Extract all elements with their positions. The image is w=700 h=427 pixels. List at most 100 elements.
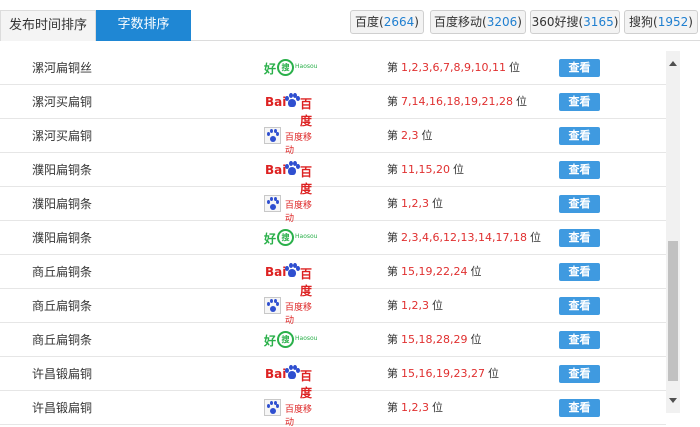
baidu-logo-text: Bai: [265, 367, 287, 381]
view-button[interactable]: 查看: [559, 365, 600, 383]
haosou-logo-circle: 搜: [277, 229, 294, 246]
rank-suffix: 位: [432, 197, 443, 210]
baidu-logo-icon: Bai 百度: [265, 365, 319, 400]
rank-positions: 第 11,15,20 位: [387, 153, 464, 187]
rank-suffix: 位: [470, 333, 482, 346]
rank-positions: 第 1,2,3,6,7,8,9,10,11 位: [387, 51, 520, 85]
view-button[interactable]: 查看: [559, 93, 600, 111]
rank-positions: 第 15,18,28,29 位: [387, 323, 481, 357]
haosou-logo-circle: 搜: [277, 59, 294, 76]
rank-prefix: 第: [387, 231, 398, 244]
scroll-down-arrow-icon[interactable]: [669, 398, 677, 403]
rank-values: 15,16,19,23,27: [401, 367, 485, 380]
rank-prefix: 第: [387, 95, 398, 108]
keyword-text: 漯河买扁铜: [32, 95, 93, 109]
engine-tab-count: 3206: [486, 15, 518, 29]
view-button[interactable]: 查看: [559, 127, 600, 145]
baidu-paw-icon: [285, 93, 300, 108]
rank-positions: 第 15,16,19,23,27 位: [387, 357, 499, 391]
rank-values: 11,15,20: [401, 163, 450, 176]
view-button[interactable]: 查看: [559, 229, 600, 247]
rank-suffix: 位: [487, 367, 499, 380]
engine-tab-label: 360好搜: [531, 15, 579, 29]
rank-positions: 第 2,3,4,6,12,13,14,17,18 位: [387, 221, 541, 255]
ranking-list: 漯河扁铜丝好搜 Haosou 第 1,2,3,6,7,8,9,10,11 位查看 漯河买扁…: [0, 51, 666, 427]
table-row: 濮阳扁铜条 Bai 百度 第 11,15,20 位 查看: [0, 153, 666, 196]
keyword-text: 漯河买扁铜: [32, 129, 93, 143]
rank-values: 7,14,16,18,19,21,28: [401, 95, 513, 108]
rank-prefix: 第: [387, 265, 398, 278]
haosou-logo-circle: 搜: [277, 331, 294, 348]
haosou-logo-subtext: Haosou: [295, 335, 318, 342]
rank-positions: 第 7,14,16,18,19,21,28 位: [387, 85, 527, 119]
rank-prefix: 第: [387, 299, 398, 312]
view-button[interactable]: 查看: [559, 331, 600, 349]
rank-suffix: 位: [421, 129, 433, 142]
scrollbar-thumb[interactable]: [668, 241, 678, 381]
baidu-mobile-paw-icon: [264, 297, 281, 314]
table-row: 漯河买扁铜 Bai 百度 第 7,14,16,18,19,21,28 位 查看: [0, 85, 666, 128]
rank-positions: 第 1,2,3 位: [387, 289, 443, 323]
table-row: 商丘扁铜条 百度移动 第 1,2,3 位 查看: [0, 289, 666, 326]
keyword-text: 漯河扁铜丝: [32, 61, 93, 75]
rank-suffix: 位: [432, 299, 443, 312]
table-row: 商丘扁铜条 好搜 Haosou 第 15,18,28,29 位 查看: [0, 323, 666, 357]
vertical-scrollbar[interactable]: [666, 51, 680, 413]
table-row: 漯河扁铜丝 好搜 Haosou 第 1,2,3,6,7,8,9,10,11 位 查看: [0, 51, 666, 85]
rank-positions: 第 1,2,3 位: [387, 187, 443, 221]
baidu-mobile-paw-icon: [264, 195, 281, 212]
rank-prefix: 第: [387, 401, 398, 414]
table-row: 漯河买扁铜 百度移动 第 2,3 位 查看: [0, 119, 666, 156]
engine-tab-label: 搜狗: [629, 15, 654, 29]
engine-tab-count: 1952: [657, 15, 689, 29]
rank-values: 15,18,28,29: [401, 333, 468, 346]
haosou-logo-subtext: Haosou: [295, 233, 318, 240]
haosou-logo-text: 好: [264, 334, 277, 348]
engine-tab-360-haosou[interactable]: 360好搜(3165): [530, 10, 620, 34]
haosou-logo-icon: 好搜 Haosou: [264, 59, 322, 77]
engine-tab-count: 3165: [583, 15, 614, 29]
rank-values: 1,2,3,6,7,8,9,10,11: [401, 61, 506, 74]
rank-values: 2,3,4,6,12,13,14,17,18: [401, 231, 527, 244]
rank-suffix: 位: [529, 231, 541, 244]
baidu-logo-text: Bai: [265, 265, 287, 279]
table-row: 商丘扁铜条 Bai 百度 第 15,19,22,24 位 查看: [0, 255, 666, 298]
rank-positions: 第 15,19,22,24 位: [387, 255, 481, 289]
scroll-up-arrow-icon[interactable]: [669, 61, 677, 66]
tab-sort-by-publish-time[interactable]: 发布时间排序: [0, 10, 96, 41]
engine-tab-baidu-mobile[interactable]: 百度移动(3206): [430, 10, 526, 34]
view-button[interactable]: 查看: [559, 195, 600, 213]
engine-tab-label: 百度: [355, 15, 380, 29]
rank-values: 1,2,3: [401, 401, 429, 414]
baidu-paw-icon: [285, 365, 300, 380]
haosou-logo-icon: 好搜 Haosou: [264, 229, 322, 247]
baidu-mobile-logo-icon: 百度移动: [264, 399, 320, 427]
haosou-logo-icon: 好搜 Haosou: [264, 331, 322, 349]
view-button[interactable]: 查看: [559, 263, 600, 281]
baidu-logo-icon: Bai 百度: [265, 93, 319, 128]
haosou-logo-text: 好: [264, 62, 277, 76]
rank-prefix: 第: [387, 129, 398, 142]
rank-suffix: 位: [432, 401, 443, 414]
engine-tab-count: 2664: [383, 15, 415, 29]
view-button[interactable]: 查看: [559, 297, 600, 315]
view-button[interactable]: 查看: [559, 59, 600, 77]
keyword-text: 濮阳扁铜条: [32, 197, 93, 211]
rank-positions: 第 1,2,3 位: [387, 391, 443, 425]
baidu-logo-text: Bai: [265, 163, 287, 177]
baidu-mobile-logo-icon: 百度移动: [264, 127, 320, 156]
tab-sort-by-word-count[interactable]: 字数排序: [96, 10, 191, 41]
rank-prefix: 第: [387, 163, 398, 176]
engine-tab-baidu[interactable]: 百度(2664): [350, 10, 424, 34]
keyword-text: 濮阳扁铜条: [32, 163, 93, 177]
view-button[interactable]: 查看: [559, 399, 600, 417]
baidu-logo-icon: Bai 百度: [265, 161, 319, 196]
table-row: 濮阳扁铜条 百度移动 第 1,2,3 位 查看: [0, 187, 666, 224]
engine-tab-sogou[interactable]: 搜狗(1952): [624, 10, 698, 34]
rank-values: 15,19,22,24: [401, 265, 468, 278]
table-row: 许昌锻扁铜 百度移动 第 1,2,3 位 查看: [0, 391, 666, 427]
rank-prefix: 第: [387, 367, 398, 380]
rank-prefix: 第: [387, 333, 398, 346]
view-button[interactable]: 查看: [559, 161, 600, 179]
keyword-text: 濮阳扁铜条: [32, 231, 93, 245]
